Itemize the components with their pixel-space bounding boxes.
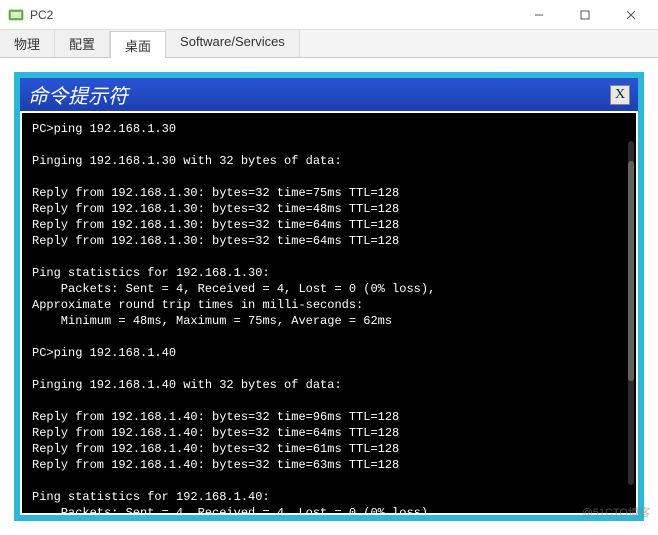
window-close-button[interactable] xyxy=(608,0,654,30)
tab-bar: 物理 配置 桌面 Software/Services xyxy=(0,30,658,58)
tab-config[interactable]: 配置 xyxy=(55,30,110,57)
tab-desktop[interactable]: 桌面 xyxy=(110,31,166,58)
terminal-title: 命令提示符 xyxy=(28,80,128,109)
terminal-body-wrap: PC>ping 192.168.1.30 Pinging 192.168.1.3… xyxy=(20,111,638,515)
window-controls xyxy=(516,0,654,30)
tab-content: 命令提示符 X PC>ping 192.168.1.30 Pinging 192… xyxy=(0,58,658,535)
terminal-output[interactable]: PC>ping 192.168.1.30 Pinging 192.168.1.3… xyxy=(22,113,636,513)
window-titlebar: PC2 xyxy=(0,0,658,30)
window-minimize-button[interactable] xyxy=(516,0,562,30)
terminal-close-button[interactable]: X xyxy=(610,85,630,105)
tab-physical[interactable]: 物理 xyxy=(0,30,55,57)
watermark: @51CTO博客 xyxy=(582,504,650,520)
terminal-titlebar: 命令提示符 X xyxy=(20,78,638,111)
window-title: PC2 xyxy=(30,8,516,22)
tab-software-services[interactable]: Software/Services xyxy=(166,30,300,57)
app-icon xyxy=(8,7,24,23)
terminal-window: 命令提示符 X PC>ping 192.168.1.30 Pinging 192… xyxy=(14,72,644,521)
scrollbar-thumb[interactable] xyxy=(628,161,634,381)
window-maximize-button[interactable] xyxy=(562,0,608,30)
